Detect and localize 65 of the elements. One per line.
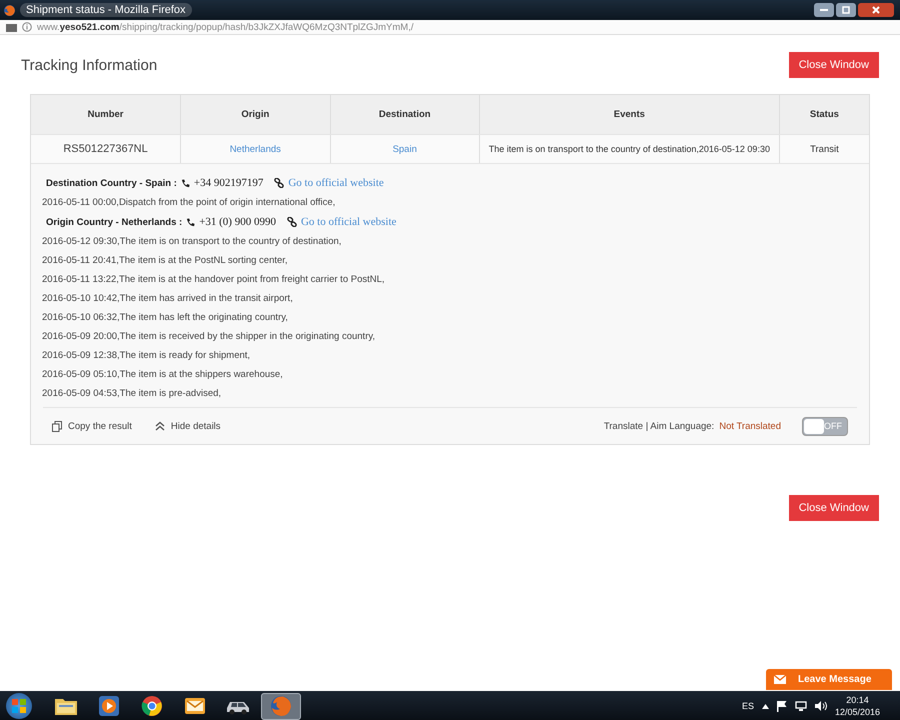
column-header: Events bbox=[479, 95, 780, 134]
browser-icon[interactable] bbox=[141, 695, 163, 717]
leave-message-button[interactable]: Leave Message bbox=[766, 669, 892, 690]
windows-logo-icon bbox=[12, 699, 26, 713]
event-line: 2016-05-10 06:32,The item has left the originating country, bbox=[42, 312, 288, 323]
folder-icon[interactable] bbox=[54, 696, 78, 716]
network-icon[interactable] bbox=[794, 701, 807, 711]
close-window-button[interactable]: Close Window bbox=[788, 495, 879, 521]
copy-result-button[interactable]: Copy the result bbox=[52, 420, 132, 432]
start-button[interactable] bbox=[6, 693, 32, 719]
firefox-icon bbox=[3, 4, 16, 16]
tracking-number: RS501227367NL bbox=[31, 134, 181, 164]
event-line: 2016-05-10 10:42,The item has arrived in the transit airport, bbox=[42, 293, 293, 304]
origin-link[interactable]: Netherlands bbox=[180, 134, 330, 164]
hide-details-button[interactable]: Hide details bbox=[154, 420, 221, 432]
column-header: Origin bbox=[180, 95, 330, 134]
maximize-button[interactable] bbox=[836, 3, 856, 17]
window-title: Shipment status - Mozilla Firefox bbox=[20, 3, 192, 17]
speaker-icon[interactable] bbox=[814, 701, 827, 711]
website-link[interactable]: Go to official website bbox=[300, 216, 396, 228]
close-window-button[interactable]: Close Window bbox=[788, 52, 879, 78]
chevrons-up-icon bbox=[154, 421, 165, 431]
status-cell: Transit bbox=[779, 134, 869, 164]
phone-number: +34 902197197 bbox=[194, 177, 264, 189]
country-label: Destination Country - Spain : bbox=[46, 178, 177, 188]
website-link[interactable]: Go to official website bbox=[288, 177, 384, 189]
clock-time[interactable]: 20:14 bbox=[846, 694, 869, 706]
event-cell: The item is on transport to the country of destination,2016-05-12 09:30 bbox=[479, 134, 780, 164]
maximize-icon bbox=[842, 6, 850, 14]
language-indicator[interactable]: ES bbox=[742, 701, 754, 711]
phone-number: +31 (0) 900 0990 bbox=[199, 216, 276, 228]
copy-icon bbox=[52, 420, 62, 432]
flag-icon[interactable] bbox=[776, 700, 787, 712]
event-line: 2016-05-11 13:22,The item is at the handover point from freight carrier to PostNL, bbox=[42, 274, 385, 285]
translate-toggle[interactable]: OFF bbox=[802, 416, 848, 436]
translate-value[interactable]: Not Translated bbox=[719, 420, 781, 432]
close-icon bbox=[872, 6, 880, 14]
country-label: Origin Country - Netherlands : bbox=[46, 216, 182, 228]
event-line: 2016-05-09 20:00,The item is received by the shipper in the originating country, bbox=[42, 331, 376, 342]
minimize-icon bbox=[820, 8, 828, 12]
play-icon[interactable] bbox=[98, 695, 120, 717]
column-header: Status bbox=[779, 95, 869, 134]
info-icon[interactable] bbox=[22, 22, 32, 32]
event-line: 2016-05-09 05:10,The item is at the shippers warehouse, bbox=[42, 369, 283, 380]
event-line: 2016-05-11 20:41,The item is at the PostNL sorting center, bbox=[42, 255, 288, 266]
column-header: Destination bbox=[330, 95, 480, 134]
mail-icon[interactable] bbox=[183, 695, 207, 717]
envelope-icon bbox=[774, 675, 786, 684]
clock-date[interactable]: 12/05/2016 bbox=[834, 706, 880, 718]
minimize-button[interactable] bbox=[814, 3, 834, 17]
event-line: 2016-05-09 12:38,The item is ready for shipment, bbox=[42, 350, 250, 361]
phone-icon bbox=[186, 218, 196, 226]
caret-icon[interactable] bbox=[762, 704, 769, 708]
page-title: Tracking Information bbox=[21, 56, 158, 74]
close-button[interactable] bbox=[858, 3, 894, 17]
column-header: Number bbox=[31, 95, 181, 134]
site-icon bbox=[6, 22, 17, 32]
event-line: 2016-05-09 04:53,The item is pre-advised, bbox=[42, 388, 222, 399]
destination-link[interactable]: Spain bbox=[330, 134, 480, 164]
link-icon bbox=[286, 217, 297, 227]
link-icon bbox=[274, 178, 284, 188]
translate-label: Translate | Aim Language: bbox=[604, 420, 714, 432]
phone-icon bbox=[180, 178, 190, 188]
event-line: 2016-05-11 00:00,Dispatch from the point of origin international office, bbox=[42, 197, 336, 208]
event-line: 2016-05-12 09:30,The item is on transport to the country of destination, bbox=[42, 236, 342, 247]
